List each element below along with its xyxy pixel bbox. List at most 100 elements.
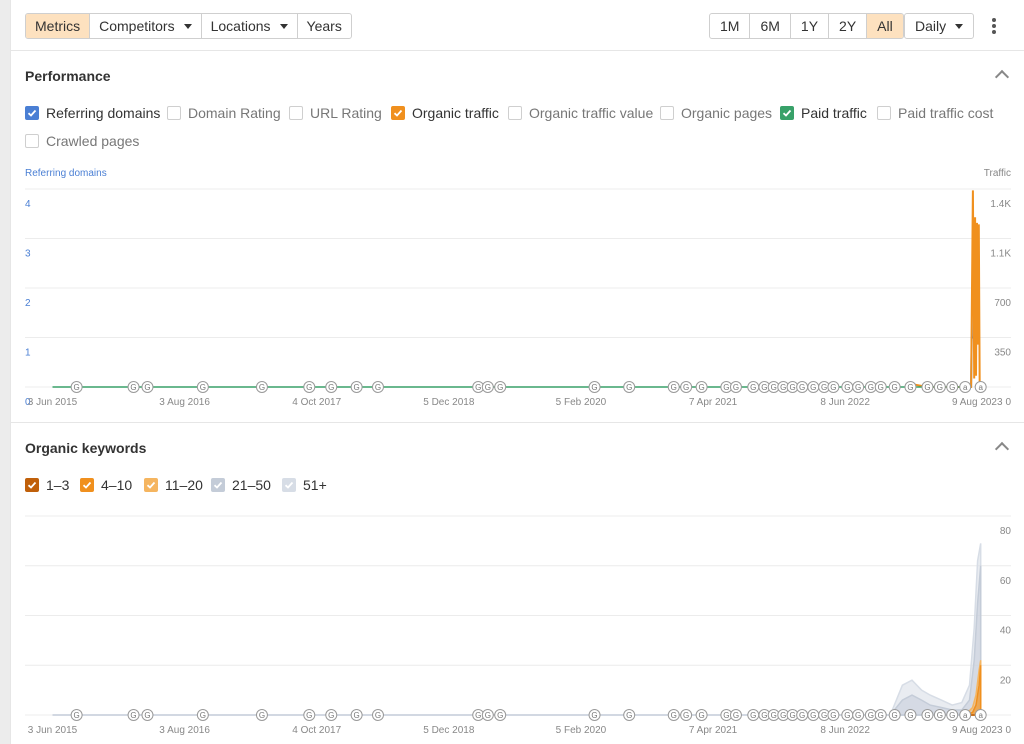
algorithm-update-marker[interactable]: G bbox=[807, 709, 820, 721]
algorithm-update-marker[interactable]: G bbox=[141, 709, 154, 721]
range-6m[interactable]: 6M bbox=[750, 14, 791, 38]
algorithm-update-marker[interactable]: G bbox=[904, 381, 917, 393]
algorithm-update-marker[interactable]: G bbox=[841, 381, 854, 393]
algorithm-update-marker[interactable]: G bbox=[827, 381, 840, 393]
algorithm-update-marker[interactable]: G bbox=[729, 709, 742, 721]
algorithm-update-marker[interactable]: G bbox=[747, 381, 760, 393]
checkbox-organic-traffic[interactable]: Organic traffic bbox=[391, 105, 499, 121]
algorithm-update-marker[interactable]: G bbox=[494, 381, 507, 393]
marker-letter: G bbox=[354, 383, 360, 392]
algorithm-update-marker[interactable]: G bbox=[729, 381, 742, 393]
checkbox-crawled-pages[interactable]: Crawled pages bbox=[25, 133, 139, 149]
checkbox-1-3[interactable]: 1–3 bbox=[25, 477, 69, 493]
checkbox-referring-domains[interactable]: Referring domains bbox=[25, 105, 160, 121]
tab-years[interactable]: Years bbox=[298, 14, 351, 38]
checkbox-4-10[interactable]: 4–10 bbox=[80, 477, 132, 493]
algorithm-update-marker[interactable]: G bbox=[303, 381, 316, 393]
algorithm-update-marker[interactable]: G bbox=[303, 709, 316, 721]
marker-letter: G bbox=[723, 711, 729, 720]
tab-metrics[interactable]: Metrics bbox=[26, 14, 91, 38]
algorithm-update-marker[interactable]: G bbox=[196, 709, 209, 721]
checkbox-label: Organic traffic bbox=[412, 105, 499, 121]
algorithm-update-marker[interactable]: G bbox=[127, 709, 140, 721]
checkbox-51[interactable]: 51+ bbox=[282, 477, 327, 493]
algorithm-update-marker[interactable]: G bbox=[623, 709, 636, 721]
algorithm-update-marker[interactable]: G bbox=[888, 381, 901, 393]
algorithm-update-marker[interactable]: a bbox=[974, 381, 987, 393]
algorithm-update-marker[interactable]: G bbox=[921, 709, 934, 721]
left-axis-tick: 1 bbox=[25, 348, 31, 359]
algorithm-update-marker[interactable]: G bbox=[255, 381, 268, 393]
checkbox-organic-pages[interactable]: Organic pages bbox=[660, 105, 772, 121]
algorithm-update-marker[interactable]: G bbox=[494, 709, 507, 721]
checkbox-domain-rating[interactable]: Domain Rating bbox=[167, 105, 281, 121]
algorithm-update-marker[interactable]: a bbox=[959, 709, 972, 721]
algorithm-update-marker[interactable]: G bbox=[695, 381, 708, 393]
algorithm-update-marker[interactable]: G bbox=[888, 709, 901, 721]
algorithm-update-marker[interactable]: G bbox=[807, 381, 820, 393]
checkbox-paid-traffic[interactable]: Paid traffic bbox=[780, 105, 867, 121]
algorithm-update-marker[interactable]: G bbox=[481, 709, 494, 721]
algorithm-update-marker[interactable]: G bbox=[796, 381, 809, 393]
algorithm-update-marker[interactable]: G bbox=[946, 381, 959, 393]
collapse-performance-icon[interactable] bbox=[994, 69, 1010, 85]
algorithm-update-marker[interactable]: G bbox=[371, 381, 384, 393]
tab-locations[interactable]: Locations bbox=[202, 14, 298, 38]
algorithm-update-marker[interactable]: G bbox=[588, 381, 601, 393]
algorithm-update-marker[interactable]: a bbox=[974, 709, 987, 721]
collapse-organic-keywords-icon[interactable] bbox=[994, 441, 1010, 457]
algorithm-update-marker[interactable]: G bbox=[255, 709, 268, 721]
algorithm-update-marker[interactable]: G bbox=[325, 381, 338, 393]
right-axis-tick: 60 bbox=[1000, 576, 1012, 587]
algorithm-update-marker[interactable]: G bbox=[588, 709, 601, 721]
algorithm-update-marker[interactable]: G bbox=[70, 381, 83, 393]
interval-dropdown[interactable]: Daily bbox=[904, 13, 975, 39]
algorithm-update-marker[interactable]: G bbox=[141, 381, 154, 393]
tab-competitors[interactable]: Competitors bbox=[90, 14, 202, 38]
checkbox-paid-traffic-cost[interactable]: Paid traffic cost bbox=[877, 105, 993, 121]
algorithm-update-marker[interactable]: G bbox=[841, 709, 854, 721]
algorithm-update-marker[interactable]: G bbox=[667, 381, 680, 393]
range-2y[interactable]: 2Y bbox=[829, 14, 868, 38]
algorithm-update-marker[interactable]: G bbox=[325, 709, 338, 721]
marker-letter: G bbox=[698, 711, 704, 720]
performance-chart[interactable]: 03507001.1K1.4K01234Referring domains Tra… bbox=[11, 160, 1024, 415]
algorithm-update-marker[interactable]: G bbox=[864, 381, 877, 393]
checkbox-checked-icon bbox=[144, 478, 158, 492]
range-1y[interactable]: 1Y bbox=[791, 14, 830, 38]
algorithm-update-marker[interactable]: G bbox=[196, 381, 209, 393]
algorithm-update-marker[interactable]: G bbox=[852, 381, 865, 393]
algorithm-update-marker[interactable]: G bbox=[747, 709, 760, 721]
more-options-icon[interactable] bbox=[991, 16, 997, 36]
algorithm-update-marker[interactable]: G bbox=[695, 709, 708, 721]
algorithm-update-marker[interactable]: G bbox=[904, 709, 917, 721]
organic-keywords-chart[interactable]: 0 20 40 60 80 3 Jun 2015 3 Aug 2016 4 Oct 2017 5… bbox=[11, 505, 1024, 744]
algorithm-update-marker[interactable]: a bbox=[959, 381, 972, 393]
algorithm-update-marker[interactable]: G bbox=[481, 381, 494, 393]
checkbox-11-20[interactable]: 11–20 bbox=[144, 477, 203, 493]
algorithm-update-marker[interactable]: G bbox=[946, 709, 959, 721]
checkbox-url-rating[interactable]: URL Rating bbox=[289, 105, 382, 121]
algorithm-update-marker[interactable]: G bbox=[933, 381, 946, 393]
algorithm-update-marker[interactable]: G bbox=[623, 381, 636, 393]
algorithm-update-marker[interactable]: G bbox=[667, 709, 680, 721]
range-1m[interactable]: 1M bbox=[710, 14, 751, 38]
algorithm-update-marker[interactable]: G bbox=[350, 709, 363, 721]
algorithm-update-marker[interactable]: G bbox=[371, 709, 384, 721]
algorithm-update-marker[interactable]: G bbox=[874, 709, 887, 721]
algorithm-update-marker[interactable]: G bbox=[921, 381, 934, 393]
algorithm-update-marker[interactable]: G bbox=[874, 381, 887, 393]
algorithm-update-marker[interactable]: G bbox=[680, 709, 693, 721]
range-all[interactable]: All bbox=[867, 14, 903, 38]
algorithm-update-marker[interactable]: G bbox=[864, 709, 877, 721]
checkbox-organic-traffic-value[interactable]: Organic traffic value bbox=[508, 105, 653, 121]
algorithm-update-marker[interactable]: G bbox=[70, 709, 83, 721]
algorithm-update-marker[interactable]: G bbox=[127, 381, 140, 393]
algorithm-update-marker[interactable]: G bbox=[827, 709, 840, 721]
algorithm-update-marker[interactable]: G bbox=[852, 709, 865, 721]
algorithm-update-marker[interactable]: G bbox=[933, 709, 946, 721]
algorithm-update-marker[interactable]: G bbox=[680, 381, 693, 393]
algorithm-update-marker[interactable]: G bbox=[350, 381, 363, 393]
checkbox-21-50[interactable]: 21–50 bbox=[211, 477, 271, 493]
algorithm-update-marker[interactable]: G bbox=[796, 709, 809, 721]
